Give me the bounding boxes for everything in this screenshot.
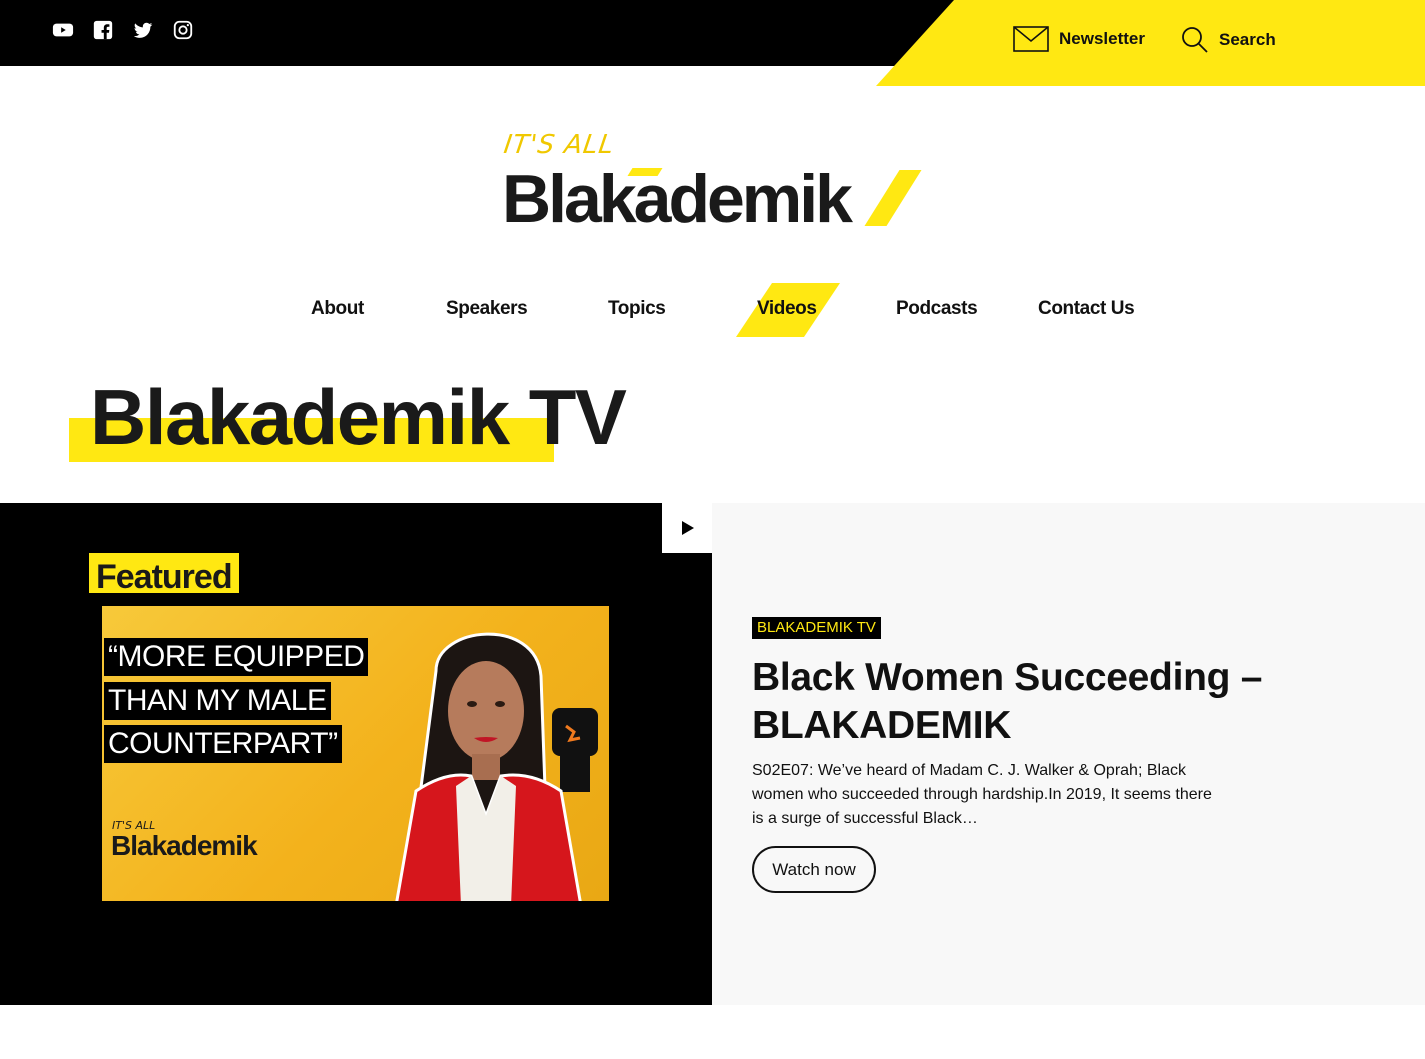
nav-item-podcasts[interactable]: Podcasts xyxy=(896,298,978,320)
category-badge[interactable]: BLAKADEMIK TV xyxy=(752,617,881,639)
search-label: Search xyxy=(1219,30,1276,49)
twitter-icon[interactable] xyxy=(132,19,154,41)
youtube-icon[interactable] xyxy=(52,19,74,41)
nav-item-topics[interactable]: Topics xyxy=(608,298,666,320)
utility-wedge xyxy=(876,0,1425,86)
play-icon xyxy=(682,521,694,535)
facebook-icon[interactable] xyxy=(92,19,114,41)
instagram-icon[interactable] xyxy=(172,19,194,41)
logo-accent xyxy=(864,170,922,226)
social-links xyxy=(52,19,194,41)
logo-wordmark: Blakademik xyxy=(502,161,853,237)
envelope-icon xyxy=(1013,26,1049,52)
featured-thumbnail[interactable]: “MORE EQUIPPED THAN MY MALE COUNTERPART”… xyxy=(102,606,609,901)
main-nav: About Speakers Topics Videos Podcasts Co… xyxy=(0,298,1425,328)
newsletter-link[interactable]: Newsletter xyxy=(1013,26,1145,52)
nav-item-speakers[interactable]: Speakers xyxy=(446,298,528,320)
search-icon xyxy=(1182,27,1208,53)
thumbnail-logo: Blakademik xyxy=(111,830,258,861)
site-logo[interactable]: IT'S ALL Blakademik xyxy=(501,130,922,240)
nav-item-contact-us[interactable]: Contact Us xyxy=(1038,298,1135,320)
newsletter-label: Newsletter xyxy=(1059,29,1145,48)
featured-headline[interactable]: Black Women Succeeding – BLAKADEMIK xyxy=(752,654,1312,750)
featured-info-panel xyxy=(712,503,1425,1005)
featured-label: Featured xyxy=(89,553,239,593)
logo-tagline: IT'S ALL xyxy=(501,130,617,160)
nav-item-about[interactable]: About xyxy=(311,298,364,320)
search-link[interactable]: Search xyxy=(1181,26,1276,54)
featured-excerpt: S02E07: We’ve heard of Madam C. J. Walke… xyxy=(752,762,1212,827)
thumbnail-quote-line: THAN MY MALE xyxy=(104,682,331,720)
presenter-photo xyxy=(395,632,598,901)
nav-item-videos[interactable]: Videos xyxy=(757,298,817,320)
raised-fist-icon xyxy=(552,708,598,792)
watch-now-button[interactable]: Watch now xyxy=(752,846,876,893)
play-button[interactable] xyxy=(662,503,712,553)
thumbnail-quote-line: COUNTERPART” xyxy=(104,725,342,763)
page-title: Blakademik TV xyxy=(90,373,627,461)
thumbnail-quote-line: “MORE EQUIPPED xyxy=(104,638,369,676)
